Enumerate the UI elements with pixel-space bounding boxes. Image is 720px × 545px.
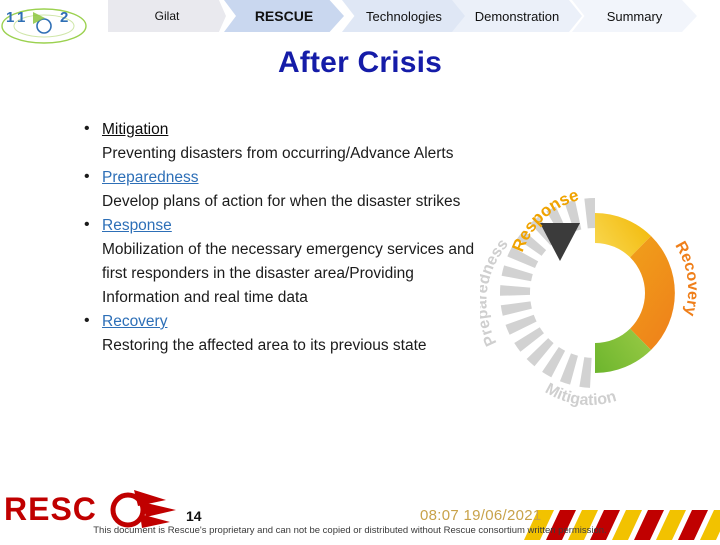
list-item: Mitigation Preventing disasters from occ… <box>58 117 478 166</box>
rescue-eye-logo: 1 1 2 <box>0 0 104 52</box>
nav-technologies[interactable]: Technologies <box>342 0 466 32</box>
timestamp: 08:07 19/06/2021 <box>420 507 542 524</box>
svg-text:1: 1 <box>6 9 14 26</box>
bullet-text: Develop plans of action for when the dis… <box>102 193 461 210</box>
bullet-text: Restoring the affected area to its previ… <box>102 337 427 354</box>
label-recovery: Recovery <box>672 239 702 318</box>
nav-gilat[interactable]: Gilat <box>108 0 226 32</box>
bullet-term: Recovery <box>102 313 168 330</box>
bullet-term: Preparedness <box>102 169 199 186</box>
nav-rescue[interactable]: RESCUE <box>224 0 344 32</box>
list-item: Response Mobilization of the necessary e… <box>58 213 478 310</box>
bullet-heading: Response <box>58 213 478 238</box>
svg-text:2: 2 <box>60 9 68 26</box>
nav-summary[interactable]: Summary <box>572 0 697 32</box>
svg-text:1: 1 <box>17 9 25 26</box>
list-item: Recovery Restoring the affected area to … <box>58 309 478 358</box>
list-item: Preparedness Develop plans of action for… <box>58 165 478 214</box>
bullet-term: Mitigation <box>102 121 169 138</box>
svg-text:RESC: RESC <box>4 491 97 527</box>
disclaimer-text: This document is Rescue's proprietary an… <box>93 525 607 536</box>
label-response: Response <box>508 185 581 254</box>
bullet-heading: Recovery <box>58 309 478 334</box>
nav-demonstration[interactable]: Demonstration <box>452 0 582 32</box>
page-title: After Crisis <box>277 46 443 79</box>
bullet-heading: Preparedness <box>58 165 478 190</box>
bullet-text: Mobilization of the necessary emergency … <box>102 241 475 306</box>
bullet-list: Mitigation Preventing disasters from occ… <box>58 117 478 358</box>
slide-number: 14 <box>186 508 202 524</box>
bullet-term: Response <box>102 217 172 234</box>
bullet-heading: Mitigation <box>58 117 478 142</box>
bullet-text: Preventing disasters from occurring/Adva… <box>102 145 454 162</box>
crisis-cycle-diagram: Response Recovery Preparedness Mitigatio… <box>473 165 710 425</box>
top-navigation-ribbon: Gilat RESCUE Technologies Demonstration … <box>0 0 720 32</box>
